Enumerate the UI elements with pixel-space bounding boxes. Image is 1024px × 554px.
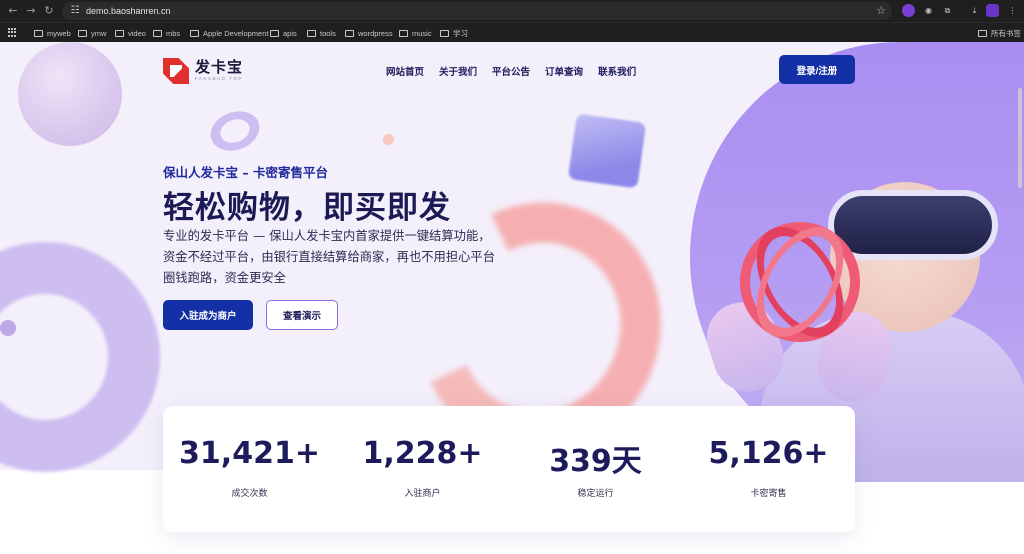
browser-chrome: ← → ↻ ☷ demo.baoshanren.cn ☆ ◉ ⧉ ⤓ ⋮ myw… — [0, 0, 1024, 42]
logo-subtext: FAKABAO.TOP — [195, 76, 243, 81]
become-merchant-button[interactable]: 入驻成为商户 — [163, 300, 253, 330]
folder-icon — [307, 29, 316, 37]
bookmark-label: mbs — [166, 28, 181, 38]
folder-icon — [440, 29, 449, 37]
stat-value: 5,126+ — [708, 436, 829, 471]
folder-icon — [115, 29, 124, 37]
address-row: ← → ↻ ☷ demo.baoshanren.cn ☆ ◉ ⧉ ⤓ ⋮ — [0, 0, 1024, 22]
bookmark-label: music — [412, 28, 432, 38]
bookmark-label: wordpress — [358, 28, 393, 38]
decor-sphere — [18, 42, 122, 146]
bookmark-folder[interactable]: ymw — [78, 26, 106, 40]
bookmark-label: apis — [283, 28, 297, 38]
folder-icon — [78, 29, 87, 37]
bookmark-folder[interactable]: mbs — [153, 26, 180, 40]
bookmark-folder[interactable]: music — [399, 26, 432, 40]
nav-home[interactable]: 网站首页 — [386, 64, 424, 78]
menu-icon[interactable]: ⋮ — [1006, 4, 1019, 17]
folder-icon — [345, 29, 354, 37]
nav-announcements[interactable]: 平台公告 — [492, 64, 530, 78]
all-bookmarks[interactable]: 所有书签 — [978, 26, 1021, 40]
puzzle-icon[interactable]: ⧉ — [941, 4, 954, 17]
hero-title: 轻松购物，即买即发 — [163, 190, 451, 226]
folder-icon — [34, 29, 43, 37]
bookmark-folder[interactable]: video — [115, 26, 146, 40]
bookmark-label: myweb — [47, 28, 71, 38]
stat-card-consignments: 5,126+ 卡密寄售 — [682, 406, 855, 532]
bookmark-folder[interactable]: tools — [307, 26, 336, 40]
hero-description: 专业的发卡平台 — 保山人发卡宝内首家提供一键结算功能， 资金不经过平台，由银行… — [163, 229, 496, 285]
nav-about[interactable]: 关于我们 — [439, 64, 477, 78]
bookmark-folder[interactable]: apis — [270, 26, 297, 40]
folder-icon — [270, 29, 279, 37]
apps-icon[interactable] — [8, 28, 17, 37]
reload-icon[interactable]: ↻ — [42, 4, 56, 18]
bookmark-folder[interactable]: 学习 — [440, 26, 468, 40]
back-icon[interactable]: ← — [6, 4, 20, 18]
folder-icon — [399, 29, 408, 37]
bookmark-folder[interactable]: myweb — [34, 26, 71, 40]
address-bar[interactable]: ☷ demo.baoshanren.cn ☆ — [62, 2, 892, 20]
logo-mark-icon — [163, 58, 189, 84]
logo-text: 发卡宝 — [195, 58, 244, 76]
folder-icon — [153, 29, 162, 37]
bookmark-label: 所有书签 — [991, 28, 1021, 38]
site-logo[interactable]: 发卡宝 FAKABAO.TOP — [163, 56, 253, 86]
view-demo-button[interactable]: 查看演示 — [266, 300, 338, 330]
extension-icon[interactable] — [902, 4, 915, 17]
decor-cube — [567, 113, 647, 189]
bookmark-label: 学习 — [453, 28, 468, 38]
folder-icon — [978, 29, 987, 37]
stat-label: 入驻商户 — [404, 489, 441, 499]
stats-card: 31,421+ 成交次数 1,228+ 入驻商户 339天 稳定运行 5,126… — [163, 406, 855, 532]
url-text: demo.baoshanren.cn — [86, 6, 171, 16]
extension-icon[interactable]: ◉ — [922, 4, 935, 17]
illustration-knot — [738, 212, 862, 352]
stat-transactions: 31,421+ 成交次数 — [163, 406, 336, 532]
stat-label: 成交次数 — [231, 489, 268, 499]
nav-order-lookup[interactable]: 订单查询 — [545, 64, 583, 78]
web-page: 发卡宝 FAKABAO.TOP 网站首页 关于我们 平台公告 订单查询 联系我们… — [0, 42, 1024, 554]
stat-label: 稳定运行 — [577, 489, 614, 499]
bookmark-star-icon[interactable]: ☆ — [876, 3, 886, 19]
forward-icon[interactable]: → — [24, 4, 38, 18]
bookmark-label: ymw — [91, 28, 107, 38]
bookmark-label: Apple Development — [203, 28, 269, 38]
stat-value: 1,228+ — [362, 436, 483, 471]
page-scrollbar[interactable] — [1018, 88, 1022, 188]
decor-dot — [383, 134, 394, 145]
main-nav: 网站首页 关于我们 平台公告 订单查询 联系我们 — [386, 64, 636, 78]
decor-ring — [205, 104, 265, 158]
nav-contact[interactable]: 联系我们 — [598, 64, 636, 78]
hero-kicker: 保山人发卡宝 – 卡密寄售平台 — [163, 165, 328, 180]
decor-torus — [0, 242, 160, 472]
stat-uptime: 339天 稳定运行 — [509, 406, 682, 532]
stat-label: 卡密寄售 — [750, 489, 787, 499]
bookmark-folder[interactable]: wordpress — [345, 26, 393, 40]
bookmark-label: tools — [320, 28, 336, 38]
bookmark-label: video — [128, 28, 146, 38]
site-info-icon[interactable]: ☷ — [68, 4, 82, 18]
stat-merchants: 1,228+ 入驻商户 — [336, 406, 509, 532]
bookmarks-bar: myweb ymw video mbs Apple Development ap… — [0, 22, 1024, 42]
profile-icon[interactable] — [986, 4, 999, 17]
stat-value: 339天 — [549, 444, 642, 479]
download-icon[interactable]: ⤓ — [968, 4, 981, 17]
stat-value: 31,421+ — [179, 436, 320, 471]
login-register-button[interactable]: 登录/注册 — [779, 55, 855, 84]
folder-icon — [190, 29, 199, 37]
bookmark-folder[interactable]: Apple Development — [190, 26, 268, 40]
